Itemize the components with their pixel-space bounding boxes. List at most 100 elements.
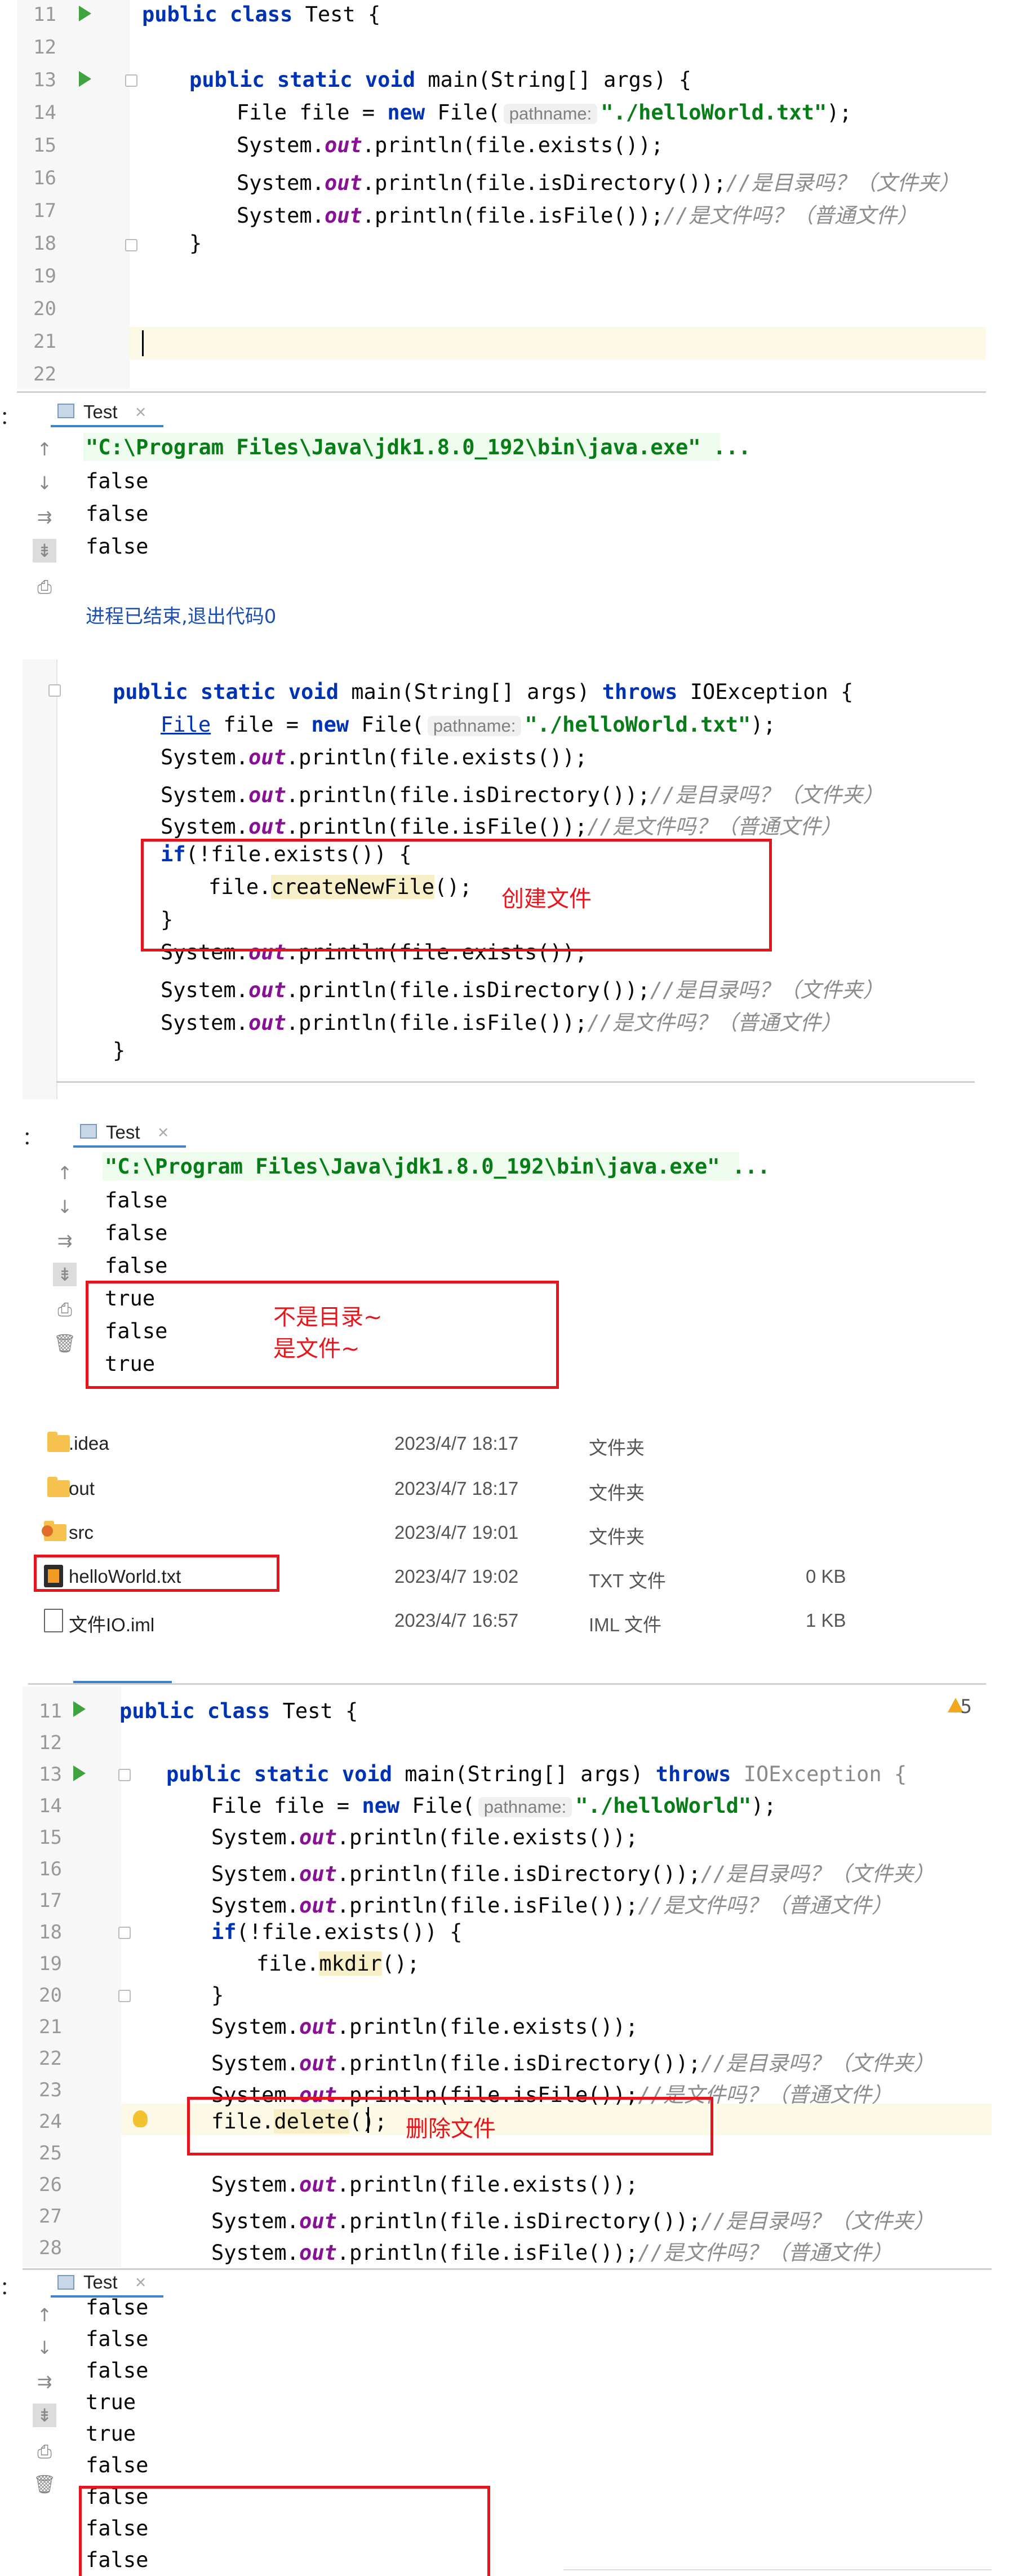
scroll-up-icon[interactable]: ↑ bbox=[33, 2303, 56, 2327]
fold-icon[interactable] bbox=[118, 1769, 131, 1781]
run-class-icon[interactable] bbox=[73, 1701, 86, 1717]
close-icon[interactable]: × bbox=[135, 2272, 146, 2293]
divider bbox=[23, 2268, 992, 2270]
line-number: 12 bbox=[39, 1732, 62, 1754]
code-text: ); bbox=[827, 100, 852, 125]
tab-test[interactable]: Test × bbox=[51, 398, 163, 427]
code-text: .println(file.isFile()); bbox=[362, 203, 664, 228]
soft-wrap-icon[interactable]: ⇉ bbox=[33, 505, 56, 529]
console-sidebar: ↑ ↓ ⇉ ⇟ ⎙ 🗑 bbox=[23, 2295, 68, 2576]
keyword: new bbox=[311, 712, 349, 737]
print-icon[interactable]: ⎙ bbox=[33, 575, 56, 599]
file-date: 2023/4/7 19:01 bbox=[394, 1522, 519, 1543]
code-line: } bbox=[113, 1038, 125, 1063]
code-text: .println(file.exists()); bbox=[336, 2015, 638, 2039]
class-reference[interactable]: File bbox=[161, 712, 211, 737]
tab-test[interactable]: Test × bbox=[73, 1118, 186, 1148]
code-text: } bbox=[211, 1983, 224, 2007]
keyword: throws bbox=[655, 1762, 731, 1786]
soft-wrap-icon[interactable]: ⇉ bbox=[33, 2370, 56, 2393]
command-line: "C:\Program Files\Java\jdk1.8.0_192\bin\… bbox=[86, 435, 751, 459]
scroll-down-icon[interactable]: ↓ bbox=[53, 1195, 77, 1219]
line-number: 11 bbox=[33, 3, 56, 26]
code-text: System. bbox=[237, 203, 325, 228]
scroll-down-icon[interactable]: ↓ bbox=[33, 471, 56, 495]
file-row[interactable]: src 2023/4/7 19:01 文件夹 bbox=[34, 1515, 935, 1549]
highlight-box bbox=[141, 839, 772, 951]
scroll-to-end-icon[interactable]: ⇟ bbox=[53, 1263, 77, 1286]
code-text: File( bbox=[425, 100, 500, 125]
soft-wrap-icon[interactable]: ⇉ bbox=[53, 1229, 77, 1252]
code-text: ); bbox=[751, 1794, 776, 1818]
scroll-up-icon[interactable]: ↑ bbox=[53, 1161, 77, 1185]
line-number: 20 bbox=[33, 298, 56, 320]
code-text: System. bbox=[211, 1862, 299, 1886]
file-type: IML 文件 bbox=[589, 1614, 661, 1635]
code-line-26: System.out.println(file.exists()); bbox=[211, 2172, 638, 2197]
output-line: false bbox=[105, 1188, 168, 1212]
code-text: .println(file.isFile()); bbox=[336, 1893, 638, 1918]
file-size: 1 KB bbox=[806, 1610, 846, 1631]
output-line: true bbox=[86, 2390, 136, 2414]
keyword: public static void bbox=[113, 680, 339, 704]
highlight-box bbox=[79, 2486, 490, 2576]
lightbulb-icon[interactable] bbox=[133, 2110, 148, 2127]
string-literal: "./helloWorld.txt" bbox=[525, 712, 751, 737]
field-out: out bbox=[299, 2015, 337, 2039]
line-number: 15 bbox=[39, 1826, 62, 1849]
scroll-up-icon[interactable]: ↑ bbox=[33, 437, 56, 461]
code-line-13: public static void main(String[] args) t… bbox=[166, 1762, 907, 1786]
comment: //是文件吗？（普通文件） bbox=[663, 203, 918, 228]
scroll-to-end-icon[interactable]: ⇟ bbox=[33, 539, 56, 563]
close-icon[interactable]: × bbox=[158, 1122, 168, 1143]
fold-icon[interactable] bbox=[125, 74, 137, 87]
field-out: out bbox=[299, 1893, 337, 1918]
divider bbox=[17, 391, 986, 393]
code-line-18: } bbox=[189, 231, 202, 255]
file-type: 文件夹 bbox=[589, 1482, 645, 1503]
current-line-highlight bbox=[130, 327, 986, 360]
line-number: 20 bbox=[39, 1984, 62, 2007]
run-console-3: ： Test × ↑ ↓ ⇉ ⇟ ⎙ 🗑 false false false t… bbox=[0, 2270, 992, 2576]
scroll-to-end-icon[interactable]: ⇟ bbox=[33, 2404, 56, 2427]
file-row[interactable]: .idea 2023/4/7 18:17 文件夹 bbox=[34, 1426, 935, 1460]
line-number: 18 bbox=[39, 1921, 62, 1944]
field-out: out bbox=[324, 171, 362, 195]
run-main-icon[interactable] bbox=[73, 1765, 86, 1781]
tab-test[interactable]: Test × bbox=[51, 2270, 163, 2298]
field-out: out bbox=[324, 203, 362, 228]
field-out: out bbox=[299, 2172, 337, 2197]
code-line-13: public static void main(String[] args) { bbox=[189, 68, 691, 92]
keyword: public class bbox=[119, 1699, 270, 1723]
line-number: 16 bbox=[33, 167, 56, 189]
warning-count: 5 bbox=[960, 1696, 972, 1718]
file-date: 2023/4/7 16:57 bbox=[394, 1610, 519, 1631]
code-line-27: System.out.println(file.isDirectory());/… bbox=[211, 2204, 934, 2234]
line-number: 12 bbox=[33, 36, 56, 59]
trash-icon[interactable]: 🗑 bbox=[53, 1331, 77, 1355]
divider bbox=[56, 1081, 975, 1083]
run-main-icon[interactable] bbox=[79, 71, 91, 87]
code-text: System. bbox=[161, 745, 248, 769]
file-row[interactable]: out 2023/4/7 18:17 文件夹 bbox=[34, 1471, 935, 1505]
fold-icon[interactable] bbox=[118, 1990, 131, 2002]
annotation: 删除文件 bbox=[406, 2116, 496, 2142]
output-line: false bbox=[105, 1221, 168, 1245]
scroll-down-icon[interactable]: ↓ bbox=[33, 2336, 56, 2360]
fold-icon[interactable] bbox=[118, 1927, 131, 1939]
line-number: 14 bbox=[39, 1795, 62, 1817]
code-text: .println(file.isFile()); bbox=[286, 815, 588, 839]
run-class-icon[interactable] bbox=[79, 6, 91, 21]
fold-icon[interactable] bbox=[48, 684, 61, 697]
line-number: 22 bbox=[33, 363, 56, 386]
fold-icon[interactable] bbox=[125, 239, 137, 251]
editor-panel-1: 11 12 13 14 15 16 17 18 19 20 21 22 publ… bbox=[17, 0, 986, 389]
print-icon[interactable]: ⎙ bbox=[53, 1298, 77, 1321]
print-icon[interactable]: ⎙ bbox=[33, 2440, 56, 2463]
code-text: File( bbox=[399, 1794, 475, 1818]
file-row[interactable]: 文件IO.iml 2023/4/7 16:57 IML 文件 1 KB bbox=[34, 1603, 935, 1637]
code-text: .println(file.isDirectory()); bbox=[286, 978, 650, 1002]
close-icon[interactable]: × bbox=[135, 401, 146, 423]
code-line-22: System.out.println(file.isDirectory());/… bbox=[211, 2046, 934, 2077]
trash-icon[interactable]: 🗑 bbox=[33, 2472, 56, 2496]
